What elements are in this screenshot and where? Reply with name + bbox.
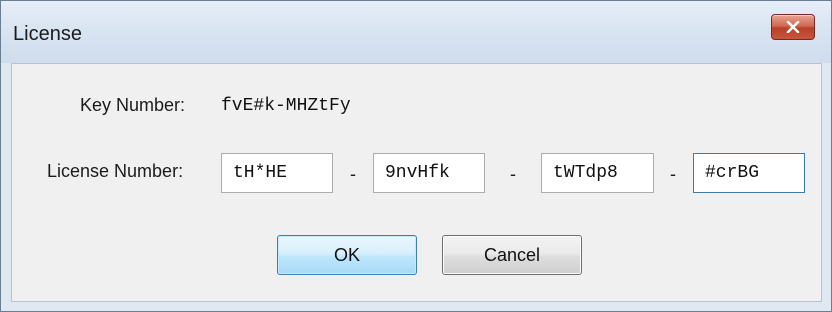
window-title: License — [13, 23, 82, 45]
key-number-label: Key Number: — [80, 95, 186, 115]
license-segment-4-input[interactable] — [693, 153, 805, 193]
license-segment-1-input[interactable] — [221, 153, 333, 193]
license-segment-2-input[interactable] — [373, 153, 485, 193]
ok-button[interactable]: OK — [277, 235, 417, 275]
license-number-label: License Number: — [47, 161, 184, 181]
close-button[interactable] — [771, 14, 815, 40]
license-separator-3: - — [670, 164, 676, 184]
license-dialog: License Key Number: fvE#k-MHZtFy License… — [0, 0, 832, 312]
license-separator-2: - — [510, 164, 516, 184]
ok-button-label: OK — [333, 244, 360, 265]
cancel-button[interactable]: Cancel — [442, 235, 582, 275]
key-number-value: fvE#k-MHZtFy — [221, 96, 351, 116]
cancel-button-label: Cancel — [483, 244, 541, 265]
title-bar[interactable]: License — [1, 1, 831, 63]
license-segment-3-input[interactable] — [541, 153, 654, 193]
close-icon — [786, 21, 800, 33]
license-separator-1: - — [350, 164, 356, 184]
